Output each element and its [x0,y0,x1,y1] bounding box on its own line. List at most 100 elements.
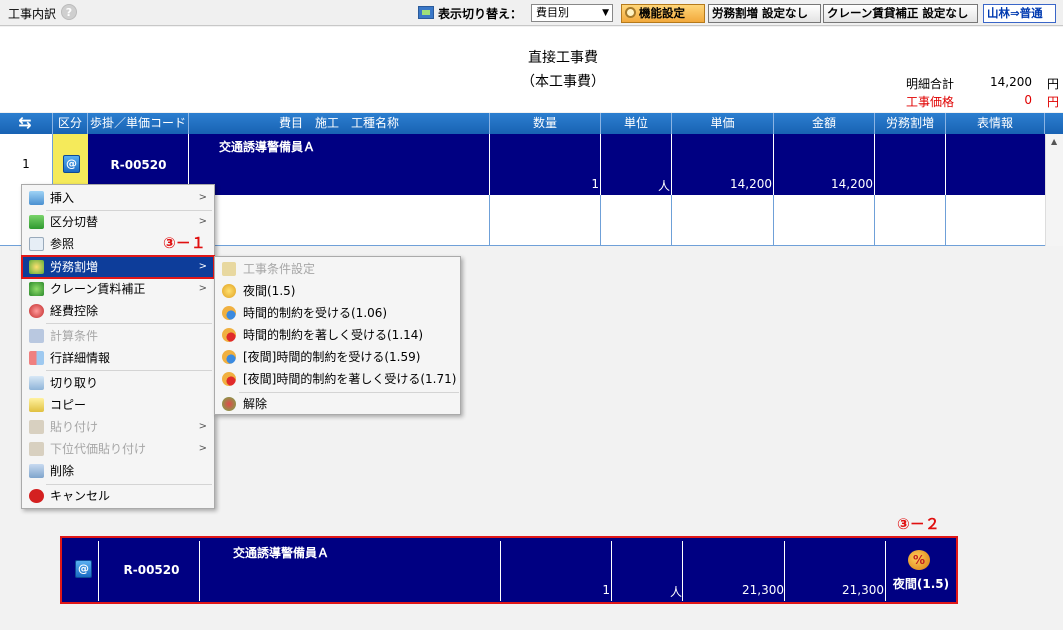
labor-premium-icon [29,260,44,274]
crane-icon [29,282,44,296]
menu-item-switch-kubun[interactable]: 区分切替 > [23,212,213,232]
power-icon [29,489,44,503]
view-select[interactable]: 費目別 ▼ [531,4,613,22]
function-settings-label: 機能設定 [639,6,685,20]
column-name: 費目 施工 工種名称 [189,113,490,134]
construction-price-value: 0 [1024,93,1032,107]
menu-item-paste: 貼り付け > [23,417,213,437]
menu-item-lower-paste: 下位代価貼り付け > [23,439,213,459]
menu-item-calc-conditions-label: 計算条件 [50,329,99,343]
submenu-item-construction-conditions-label: 工事条件設定 [243,262,316,276]
menu-item-reference-label: 参照 [50,237,75,251]
submenu-item-time-limited-label: 時間的制約を受ける(1.06) [243,306,388,320]
menu-item-crane-correction[interactable]: クレーン賃料補正 > [23,279,213,299]
submenu-arrow-icon: > [198,443,207,454]
labor-premium-submenu: 工事条件設定 夜間(1.5) 時間的制約を受ける(1.06) 時間的制約を著しく… [214,256,461,415]
submenu-item-time-very-limited[interactable]: 時間的制約を著しく受ける(1.14) [216,325,460,345]
column-amount: 金額 [774,113,875,134]
night-icon [222,284,236,298]
conditions-icon [222,262,236,276]
section-title: 直接工事費 [528,50,598,66]
submenu-item-night-time-limited-label: [夜間]時間的制約を受ける(1.59) [243,350,421,364]
forest-to-normal-button[interactable]: 山林⇒普通 [983,4,1056,23]
result-unit: 人 [669,585,682,599]
menu-item-cancel[interactable]: キャンセル [23,486,213,506]
cell-divider [189,195,490,245]
column-quantity: 数量 [490,113,601,134]
row-name: 交通誘導警備員Ａ [219,140,316,154]
row-code: R-00520 [110,158,167,172]
menu-item-copy-label: コピー [50,398,87,412]
column-labor-premium: 労務割増 [875,113,946,134]
submenu-item-construction-conditions: 工事条件設定 [216,259,460,279]
menu-item-cut[interactable]: 切り取り [23,373,213,393]
submenu-item-night-label: 夜間(1.5) [243,284,296,298]
annotation-3-2: ③－２ [897,515,940,533]
menu-item-labor-premium[interactable]: 労務割増 > [21,255,215,279]
page-title: 工事内訳 [8,7,57,21]
lower-paste-icon [29,442,44,456]
percent-icon: % [908,550,930,570]
menu-item-switch-kubun-label: 区分切替 [50,215,99,229]
switch-arrows-icon [29,215,44,229]
unit-price-icon: @ [63,155,80,173]
result-row: @ R-00520 交通誘導警備員Ａ 1 人 21,300 21,300 % 夜… [60,536,958,604]
vertical-scrollbar[interactable]: ▲ [1045,134,1063,246]
detail-total-unit: 円 [1047,77,1060,91]
cell-divider [601,195,672,245]
result-code: R-00520 [123,563,180,577]
cell-divider [774,195,875,245]
submenu-item-night-time-very-limited[interactable]: [夜間]時間的制約を著しく受ける(1.71) [216,369,460,389]
row-unit: 人 [657,179,670,193]
gear-icon [625,7,636,18]
grid-header: ⇆ 区分 歩掛／単価コード 費目 施工 工種名称 数量 単位 単価 金額 労務割… [0,113,1063,134]
paste-icon [29,420,44,434]
unit-price-icon: @ [75,560,92,578]
column-kubun: 区分 [53,113,88,134]
cell-divider [672,195,774,245]
help-icon[interactable]: ? [61,4,77,20]
menu-item-lower-paste-label: 下位代価貼り付け [50,442,147,456]
menu-item-labor-premium-label: 労務割増 [50,260,99,274]
submenu-item-night-time-limited[interactable]: [夜間]時間的制約を受ける(1.59) [216,347,460,367]
submenu-item-night-time-very-limited-label: [夜間]時間的制約を著しく受ける(1.71) [243,372,457,386]
menu-item-insert[interactable]: 挿入 > [23,188,213,208]
submenu-item-release-label: 解除 [243,397,268,411]
menu-item-row-detail[interactable]: 行詳細情報 [23,348,213,368]
swap-icon: ⇆ [18,113,32,132]
function-settings-button[interactable]: 機能設定 [621,4,705,23]
menu-divider [46,484,212,485]
menu-item-cancel-label: キャンセル [50,489,111,503]
row-amount: 14,200 [831,177,873,191]
display-switch-icon [418,6,434,19]
result-amount: 21,300 [842,583,884,597]
crane-correction-button[interactable]: クレーン賃貸補正 設定なし [823,4,978,23]
expense-deduction-icon [29,304,44,318]
time-limited-icon [222,306,236,320]
menu-item-calc-conditions: 計算条件 [23,326,213,346]
insert-icon [29,191,44,205]
menu-item-expense-deduction-label: 経費控除 [50,304,99,318]
menu-item-crane-correction-label: クレーン賃料補正 [50,282,146,296]
menu-item-expense-deduction[interactable]: 経費控除 [23,301,213,321]
submenu-item-release[interactable]: 解除 [216,394,460,414]
row-unit-price: 14,200 [730,177,772,191]
labor-premium-button[interactable]: 労務割増 設定なし [708,4,821,23]
cell-divider [490,195,601,245]
column-table-info: 表情報 [946,113,1045,134]
submenu-item-night[interactable]: 夜間(1.5) [216,281,460,301]
detail-total-value: 14,200 [990,75,1032,89]
menu-item-delete[interactable]: 削除 [23,461,213,481]
submenu-arrow-icon: > [198,192,207,203]
submenu-item-time-very-limited-label: 時間的制約を著しく受ける(1.14) [243,328,424,342]
summary-header: 直接工事費 （本工事費） 明細合計 14,200 円 工事価格 0 円 [0,27,1063,112]
scroll-up-icon[interactable]: ▲ [1051,137,1057,146]
detail-total-label: 明細合計 [906,77,955,91]
result-quantity: 1 [602,583,610,597]
chevron-down-icon: ▼ [602,8,609,18]
submenu-item-time-limited[interactable]: 時間的制約を受ける(1.06) [216,303,460,323]
menu-divider [239,392,459,393]
swap-column-header[interactable]: ⇆ [0,113,53,134]
magnifier-icon [29,237,44,251]
menu-item-copy[interactable]: コピー [23,395,213,415]
